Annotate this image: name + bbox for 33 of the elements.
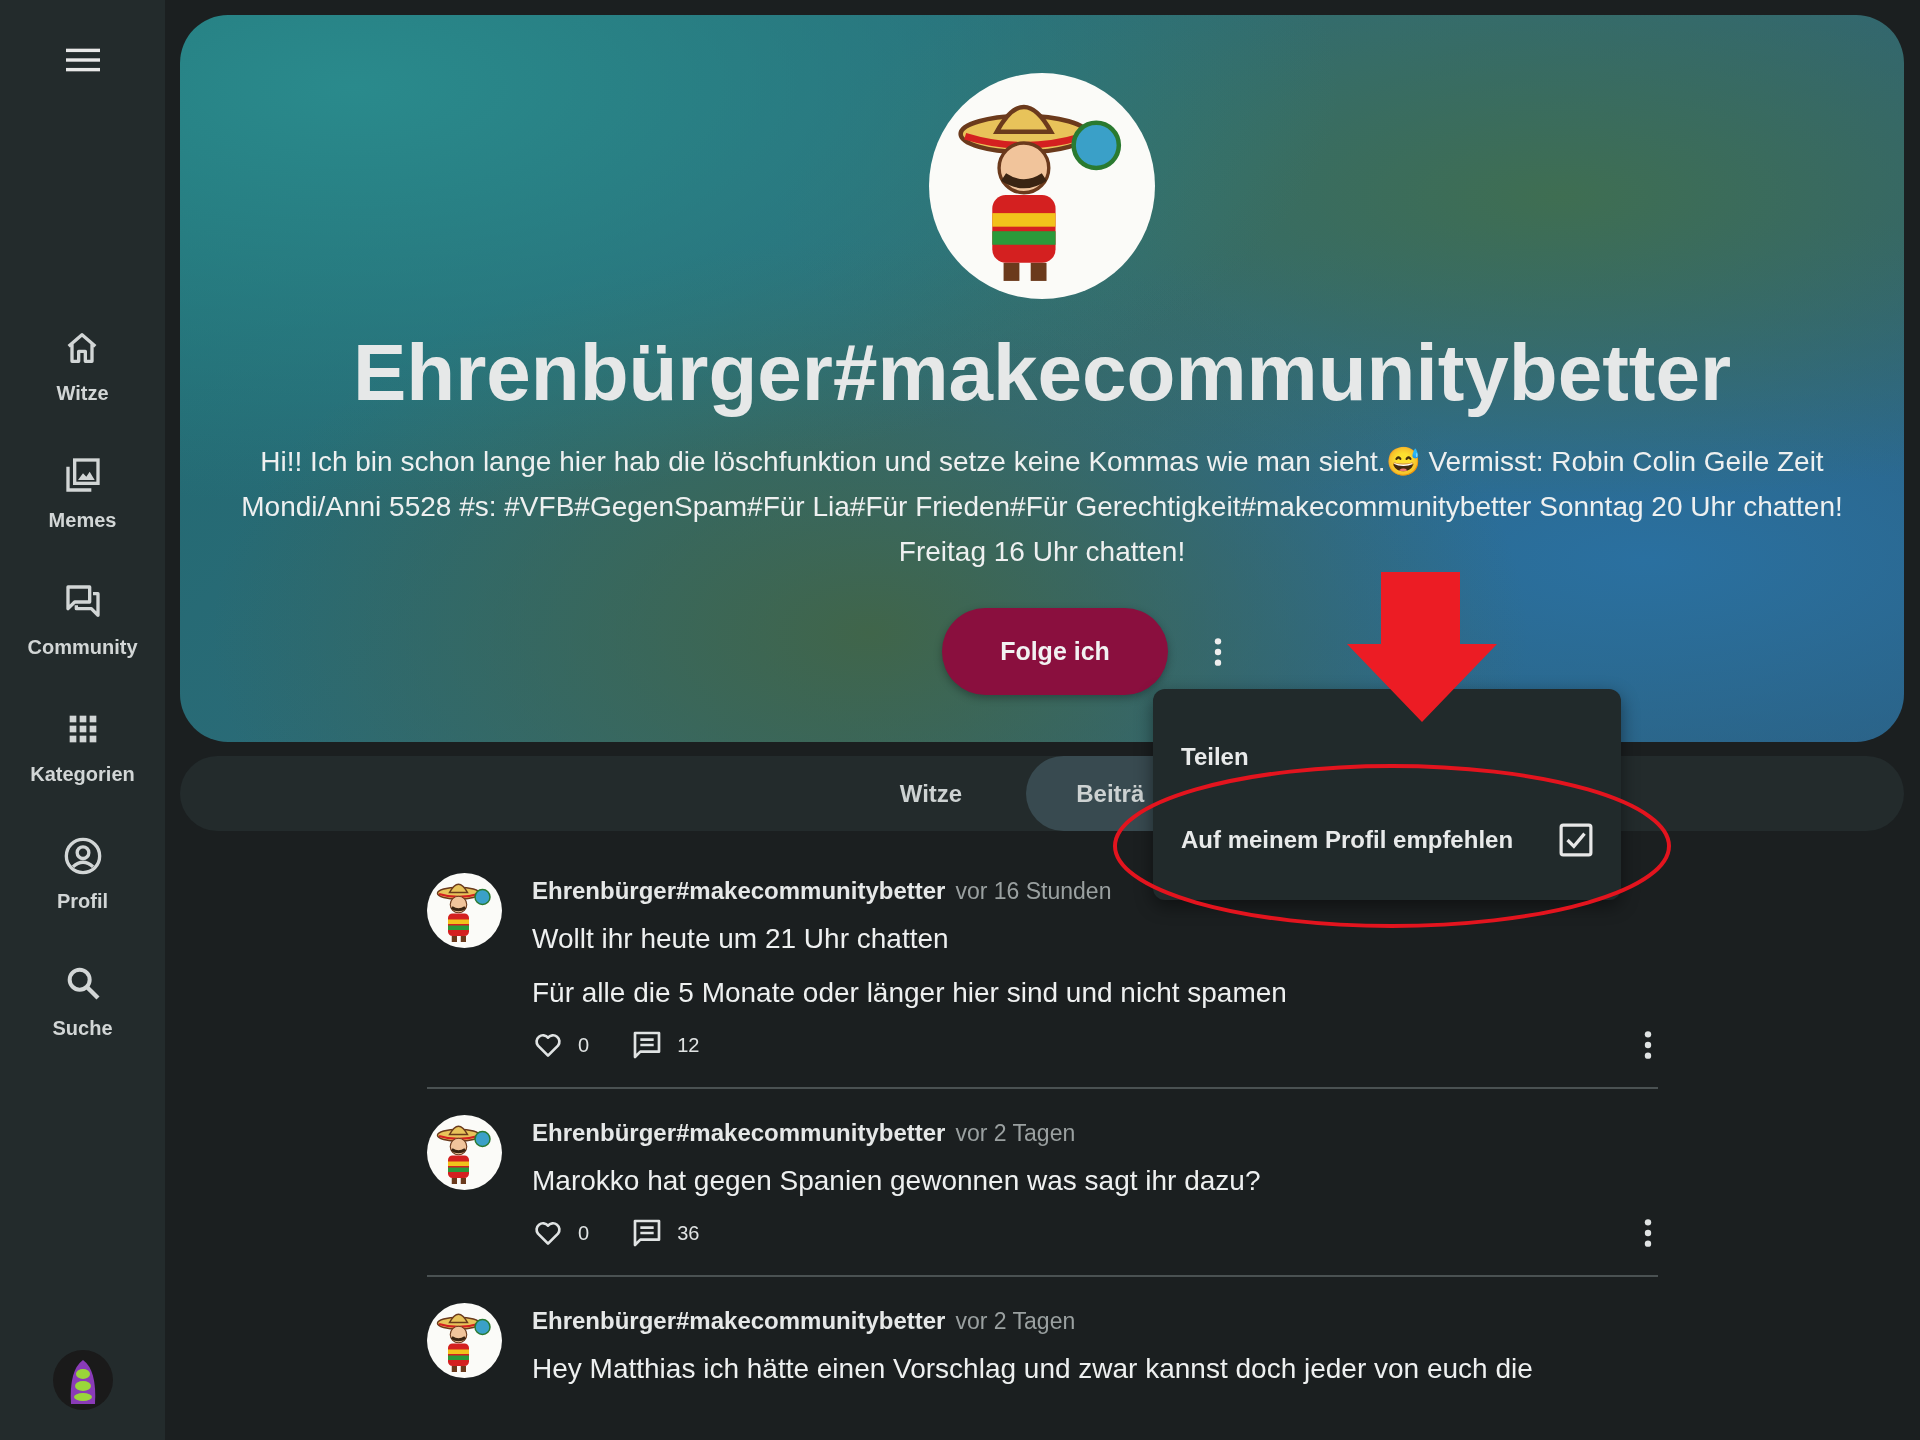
post-author[interactable]: Ehrenbürger#makecommunitybetter [532, 1119, 946, 1147]
checkbox[interactable] [1559, 822, 1593, 857]
nav-item[interactable]: Profil [56, 836, 109, 913]
menu-item-label: Auf meinem Profil empfehlen [1181, 825, 1514, 854]
post-time: vor 2 Tagen [955, 1308, 1076, 1335]
follow-button[interactable]: Folge ich [942, 608, 1168, 695]
menu-item[interactable]: Teilen [1181, 742, 1593, 771]
profile-bio: Hi!! Ich bin schon lange hier hab die löschfunktion und setze keine Kommas wie man sieht.😅 Vermisst: Robin Colin Geile Zeit Mondi/Anni 5528 #s: #VFB#GegenSpam#Für Lia#Für Frieden#Für Gerechtigkeit#makecommunitybetter Sonntag 20 Uhr chatten! Freitag 16 Uhr chatten! [240, 445, 1844, 569]
post-author[interactable]: Ehrenbürger#makecommunitybetter [532, 1307, 946, 1335]
menu-item[interactable]: Auf meinem Profil empfehlen [1181, 822, 1593, 857]
post-time: vor 16 Stunden [955, 878, 1112, 905]
tab[interactable]: Witze [849, 756, 1013, 831]
post-time: vor 2 Tagen [955, 1120, 1076, 1147]
nav-item[interactable]: Suche [52, 963, 113, 1040]
comment-count: 12 [677, 1033, 700, 1057]
like-count: 0 [578, 1033, 590, 1057]
post-author[interactable]: Ehrenbürger#makecommunitybetter [532, 877, 946, 905]
like-count: 0 [578, 1221, 590, 1245]
more-options-icon[interactable] [1644, 1217, 1652, 1249]
profile-name: Ehrenbürger#makecommunitybetter [352, 329, 1732, 417]
account-icon [62, 836, 103, 876]
nav-item[interactable]: Witze [56, 328, 109, 405]
comment-count: 36 [677, 1221, 700, 1245]
post-title: Wollt ihr heute um 21 Uhr chatten [532, 923, 950, 955]
nav-item[interactable]: Memes [48, 455, 117, 532]
post-title: Hey Matthias ich hätte einen Vorschlag und zwar kannst doch jeder von euch die [532, 1353, 1534, 1385]
post-title: Marokko hat gegen Spanien gewonnen was sagt ihr dazu? [532, 1165, 1262, 1197]
nav-item[interactable]: Community [27, 582, 138, 659]
menu-icon[interactable] [65, 47, 100, 73]
user-avatar-icon[interactable] [52, 1350, 113, 1410]
post-text: Für alle die 5 Monate oder länger hier sind und nicht spamen [532, 977, 1288, 1009]
more-options-icon[interactable] [1644, 1029, 1652, 1061]
nav-item[interactable]: Kategorien [30, 709, 135, 786]
